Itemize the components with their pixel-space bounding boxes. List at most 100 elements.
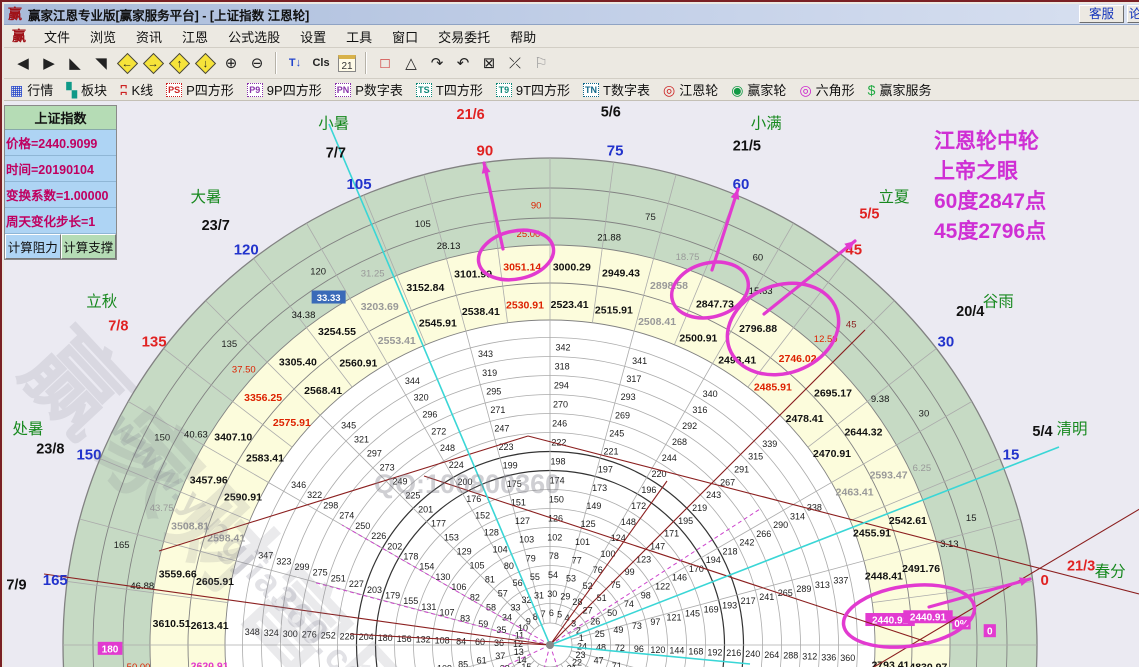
svg-text:316: 316 [692, 405, 707, 415]
T四方形-icon: TS [415, 82, 432, 97]
svg-text:360: 360 [840, 653, 855, 663]
svg-text:216: 216 [726, 648, 741, 658]
svg-text:2590.91: 2590.91 [224, 491, 262, 503]
ribbon-item-9P四方形[interactable]: P9 9P四方形 [246, 80, 322, 99]
ribbon-item-T数字表[interactable]: TN T数字表 [583, 80, 650, 99]
arc-cw-tool-icon[interactable]: ↷ [425, 51, 449, 75]
shift-right-icon[interactable]: → [141, 51, 165, 75]
rotate-ccw-icon[interactable]: ◣ [63, 51, 87, 75]
svg-text:21/5: 21/5 [733, 138, 761, 154]
cls-icon[interactable]: Cls [309, 51, 333, 75]
svg-text:343: 343 [478, 349, 493, 359]
svg-text:324: 324 [264, 628, 279, 638]
svg-text:295: 295 [486, 386, 501, 396]
menu-bar: 赢 文件 浏览 资讯 江恩 公式选股 设置 工具 窗口 交易委托 帮助 [4, 25, 1139, 48]
title-bar[interactable]: 赢 赢家江恩专业版[赢家服务平台] - [上证指数 江恩轮] 客服论 [4, 4, 1139, 25]
svg-text:156: 156 [397, 634, 412, 644]
ribbon-item-行情[interactable]: ▦ 行情 [10, 80, 53, 99]
ribbon-item-T四方形[interactable]: TS T四方形 [415, 80, 483, 99]
menu-设置[interactable]: 设置 [290, 25, 336, 48]
cross-arrows-tool-icon[interactable]: ⤫ [503, 51, 527, 75]
svg-text:37: 37 [495, 651, 505, 661]
shift-left-icon[interactable]: ← [115, 51, 139, 75]
box-x-tool-icon[interactable]: ⊠ [477, 51, 501, 75]
gann-wheel-chart-area[interactable]: 1234567891011121314151617181920212223242… [4, 101, 1139, 667]
menu-帮助[interactable]: 帮助 [500, 25, 546, 48]
svg-text:21.88: 21.88 [597, 233, 621, 244]
svg-text:2644.32: 2644.32 [844, 427, 882, 439]
svg-text:165: 165 [43, 572, 68, 589]
titlebar-button-kefu[interactable]: 客服 [1078, 5, 1124, 23]
svg-text:347: 347 [258, 551, 273, 561]
titlebar-button-extra[interactable]: 论 [1127, 5, 1139, 23]
menu-窗口[interactable]: 窗口 [382, 25, 428, 48]
calc-support-button[interactable]: 计算支撑 [60, 234, 116, 259]
svg-text:75: 75 [645, 212, 656, 223]
svg-text:15: 15 [966, 513, 977, 524]
menu-文件[interactable]: 文件 [34, 25, 80, 48]
svg-text:120: 120 [234, 241, 259, 258]
instrument-info-panel: 上证指数 价格=2440.9099 时间=20190104 变换系数=1.00000… [4, 105, 117, 260]
ribbon-label: T数字表 [603, 83, 650, 98]
nav-right-icon[interactable]: ▶ [37, 51, 61, 75]
ribbon-item-赢家服务[interactable]: $ 赢家服务 [868, 80, 932, 99]
svg-text:221: 221 [604, 447, 619, 457]
menu-公式选股[interactable]: 公式选股 [218, 25, 290, 48]
svg-text:202: 202 [387, 541, 402, 551]
triangle-tool-icon[interactable]: △ [399, 51, 423, 75]
ribbon-item-六角形[interactable]: ◎ 六角形 [799, 80, 854, 99]
instrument-name: 上证指数 [5, 106, 116, 130]
menu-logo-icon: 赢 [12, 28, 26, 44]
ribbon-item-P四方形[interactable]: PS P四方形 [166, 80, 234, 99]
svg-text:103: 103 [519, 535, 534, 545]
svg-text:315: 315 [748, 452, 763, 462]
nav-left-icon[interactable]: ◀ [11, 51, 35, 75]
svg-text:78: 78 [549, 551, 559, 561]
calc-resistance-button[interactable]: 计算阻力 [5, 234, 61, 259]
menu-江恩[interactable]: 江恩 [172, 25, 218, 48]
svg-text:2620.91: 2620.91 [191, 660, 229, 667]
svg-text:2478.41: 2478.41 [786, 413, 824, 425]
svg-text:224: 224 [449, 460, 464, 470]
window-title: 赢家江恩专业版[赢家服务平台] - [上证指数 江恩轮] [28, 8, 310, 23]
annotation-line: 上帝之眼 [934, 160, 1018, 183]
square-tool-icon[interactable]: □ [373, 51, 397, 75]
svg-text:323: 323 [276, 556, 291, 566]
ribbon-item-K线[interactable]: ʭ K线 [120, 80, 153, 99]
svg-text:105: 105 [347, 176, 372, 193]
menu-交易委托[interactable]: 交易委托 [428, 25, 500, 48]
arc-ccw-tool-icon[interactable]: ↶ [451, 51, 475, 75]
svg-text:24: 24 [577, 642, 587, 652]
svg-text:2613.41: 2613.41 [191, 620, 229, 632]
六角形-icon: ◎ [799, 81, 812, 98]
svg-text:155: 155 [403, 596, 418, 606]
zoom-out-icon[interactable]: ⊖ [245, 51, 269, 75]
ribbon-item-板块[interactable]: ▚ 板块 [66, 80, 107, 99]
svg-text:272: 272 [431, 426, 446, 436]
calendar-icon[interactable]: 21 [335, 51, 359, 75]
svg-text:2491.76: 2491.76 [902, 563, 940, 575]
ribbon-item-P数字表[interactable]: PN P数字表 [334, 80, 403, 99]
updown-marker-icon[interactable]: T↓ [283, 51, 307, 75]
pin-tool-icon[interactable]: ⚐ [529, 51, 553, 75]
zoom-in-icon[interactable]: ⊕ [219, 51, 243, 75]
svg-text:227: 227 [349, 579, 364, 589]
svg-text:319: 319 [482, 368, 497, 378]
ribbon-item-赢家轮[interactable]: ◉ 赢家轮 [731, 80, 786, 99]
menu-浏览[interactable]: 浏览 [80, 25, 126, 48]
shift-down-icon[interactable]: ↓ [193, 51, 217, 75]
svg-text:169: 169 [704, 604, 719, 614]
svg-text:106: 106 [451, 582, 466, 592]
svg-text:6.25: 6.25 [913, 463, 932, 474]
menu-资讯[interactable]: 资讯 [126, 25, 172, 48]
menu-工具[interactable]: 工具 [336, 25, 382, 48]
ribbon-item-江恩轮[interactable]: ◎ 江恩轮 [663, 80, 718, 99]
ribbon-item-9T四方形[interactable]: T9 9T四方形 [495, 80, 570, 99]
svg-text:3508.81: 3508.81 [171, 521, 209, 533]
svg-text:47: 47 [594, 655, 604, 665]
rotate-cw-icon[interactable]: ◥ [89, 51, 113, 75]
shift-up-icon[interactable]: ↑ [167, 51, 191, 75]
svg-text:296: 296 [422, 410, 437, 420]
svg-text:129: 129 [457, 547, 472, 557]
svg-text:120: 120 [310, 266, 326, 277]
